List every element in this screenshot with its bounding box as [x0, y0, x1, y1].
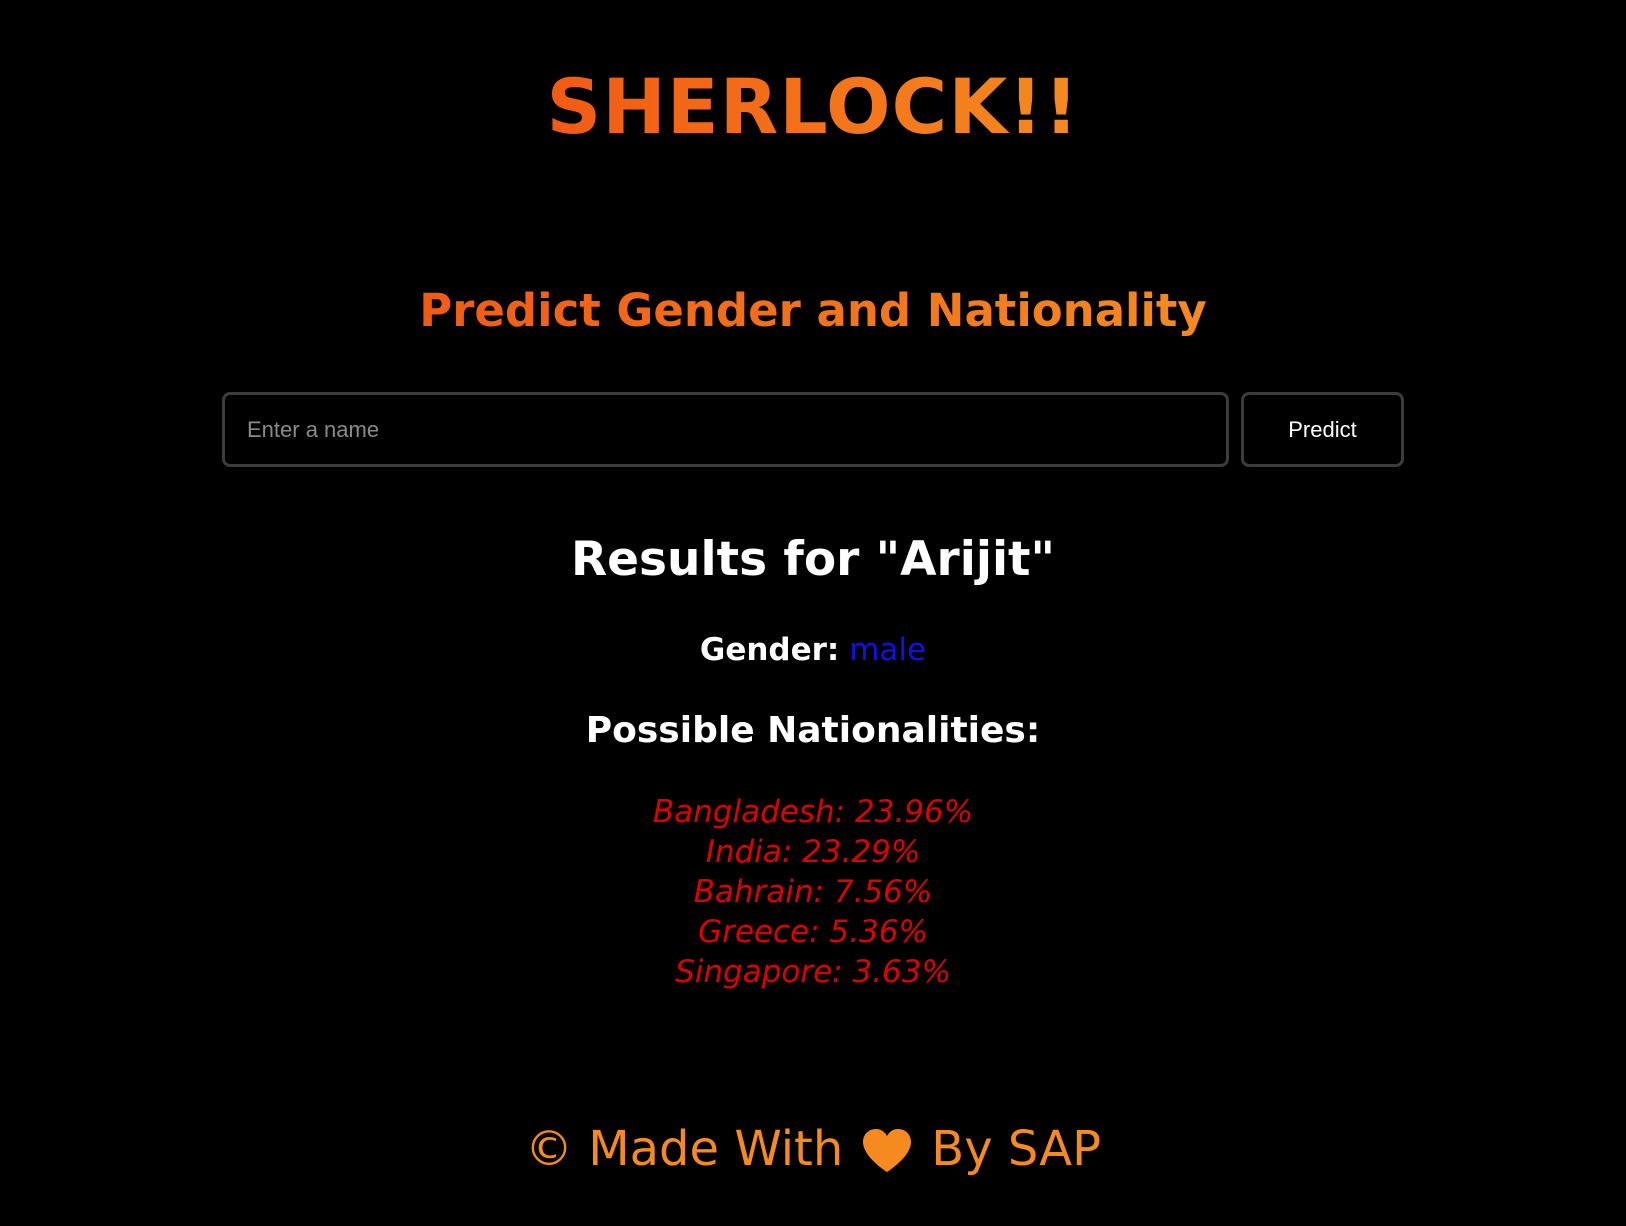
list-item: Bangladesh: 23.96% [652, 794, 974, 830]
results-title: Results for "Arijit" [570, 532, 1056, 587]
nationalities-list: Bangladesh: 23.96% India: 23.29% Bahrain… [0, 792, 1626, 992]
name-input[interactable] [222, 392, 1229, 467]
footer-suffix: By SAP [931, 1121, 1102, 1177]
gender-result: Gender: male [0, 628, 1626, 672]
nationalities-title: Possible Nationalities: [585, 710, 1041, 751]
list-item: Singapore: 3.63% [675, 954, 951, 990]
list-item: Greece: 5.36% [698, 914, 928, 950]
gender-label: Gender: [699, 632, 840, 668]
app-title: SHERLOCK!! [0, 52, 1626, 162]
page-subtitle: Predict Gender and Nationality [0, 280, 1626, 342]
list-item: India: 23.29% [705, 834, 921, 870]
gender-value: male [849, 632, 927, 668]
list-item: Bahrain: 7.56% [693, 874, 933, 910]
heart-icon [861, 1125, 913, 1172]
search-form: Predict [222, 392, 1404, 467]
predict-button[interactable]: Predict [1241, 392, 1404, 467]
footer-prefix: © Made With [524, 1121, 844, 1177]
footer: © Made With By SAP [0, 1116, 1626, 1182]
